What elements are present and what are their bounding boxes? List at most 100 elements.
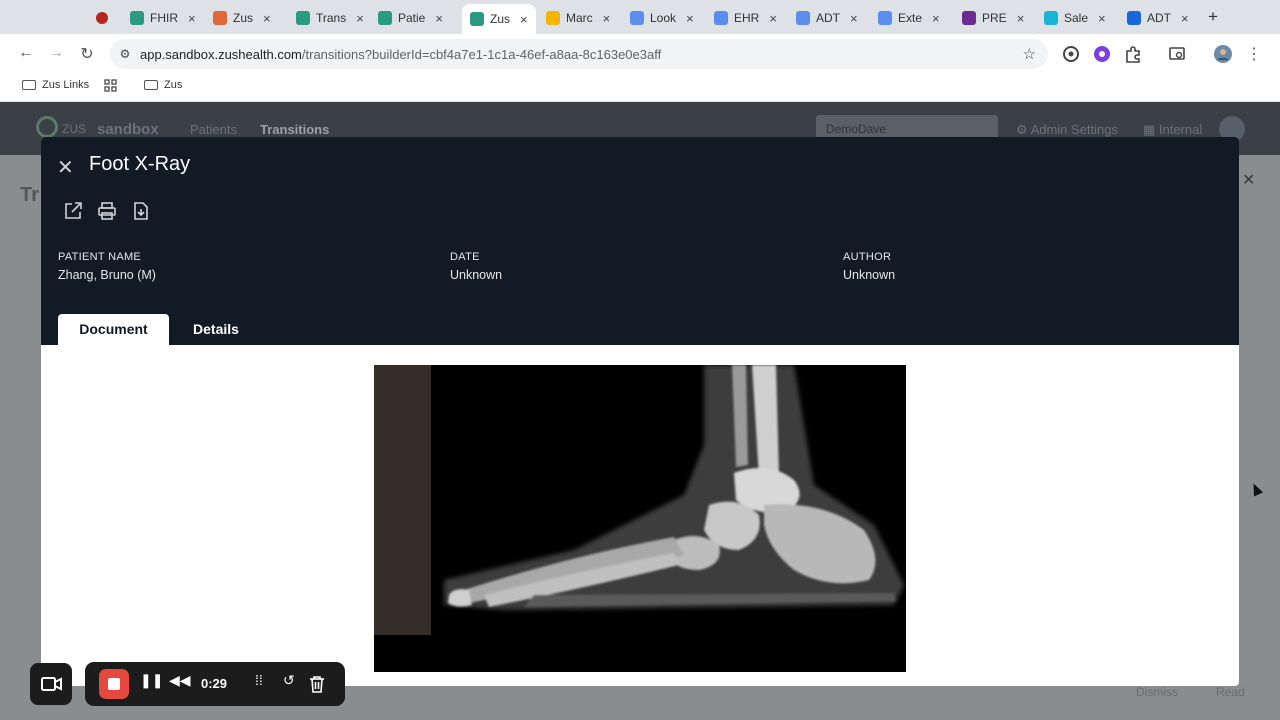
bookmark-label: Zus — [164, 79, 183, 91]
tab-close-icon[interactable]: × — [263, 11, 271, 26]
tab-close-icon[interactable]: × — [1098, 11, 1106, 26]
tab-search-icon[interactable] — [1168, 45, 1186, 63]
tab-close-icon[interactable]: × — [1181, 11, 1189, 26]
tab-favicon-icon — [546, 11, 560, 25]
tab-favicon-icon — [962, 11, 976, 25]
nav-patients[interactable]: Patients — [190, 122, 237, 137]
tab-favicon-icon — [470, 12, 484, 26]
tab-label: Sale — [1064, 11, 1089, 25]
bookmark-apps[interactable] — [104, 79, 117, 92]
browser-tab[interactable]: Patie × — [378, 6, 443, 30]
gear-icon: ⚙ — [1016, 122, 1031, 137]
internal-link[interactable]: ▦ Internal — [1143, 122, 1202, 138]
browser-toolbar: ← → ↻ ⚙ app.sandbox.zushealth.com/transi… — [0, 34, 1280, 74]
tab-close-icon[interactable]: × — [520, 12, 528, 27]
browser-tab[interactable]: Marc × — [546, 6, 610, 30]
stop-recording-button[interactable] — [99, 669, 129, 699]
rewind-icon[interactable]: ◀◀ — [169, 672, 191, 689]
recording-time: 0:29 — [201, 676, 228, 691]
nav-transitions[interactable]: Transitions — [260, 122, 329, 137]
folder-icon — [144, 80, 158, 90]
bookmark-star-icon[interactable]: ☆ — [1023, 45, 1036, 63]
bookmarks-bar: Zus Links Zus — [0, 74, 1280, 102]
bookmark-label: Zus Links — [42, 79, 90, 91]
tab-close-icon[interactable]: × — [435, 11, 443, 26]
browser-tab[interactable]: Sale × — [1044, 6, 1106, 30]
tab-close-icon[interactable]: × — [932, 11, 940, 26]
tab-details[interactable]: Details — [169, 314, 263, 345]
admin-settings-label: Admin Settings — [1030, 122, 1118, 137]
tab-close-icon[interactable]: × — [850, 11, 858, 26]
profile-avatar-icon[interactable] — [1214, 45, 1232, 63]
browser-tab[interactable]: Trans × — [296, 6, 364, 30]
grid-icon[interactable]: ⁞⁞ — [255, 672, 263, 688]
tab-close-icon[interactable]: × — [769, 11, 777, 26]
restart-icon[interactable]: ↺ — [283, 672, 295, 689]
browser-tab[interactable]: Look × — [630, 6, 694, 30]
url-text: app.sandbox.zushealth.com/transitions?bu… — [140, 47, 661, 62]
dismiss-button[interactable]: Dismiss — [1136, 685, 1178, 699]
browser-tab[interactable]: Zus × — [462, 4, 536, 34]
tab-label: ADT — [1147, 11, 1171, 25]
back-icon[interactable]: ← — [16, 44, 36, 62]
browser-tab[interactable] — [96, 6, 114, 30]
tab-close-icon[interactable]: × — [603, 11, 611, 26]
print-icon[interactable] — [97, 201, 117, 221]
trash-icon[interactable] — [309, 675, 325, 693]
open-external-icon[interactable] — [63, 201, 83, 221]
browser-tab-strip: FHIR × Zus × Trans × Patie × Zus × Marc × Look × EHR × A… — [0, 0, 1280, 34]
browser-menu-icon[interactable]: ⋮ — [1244, 44, 1264, 64]
browser-tab[interactable]: Exte × — [878, 6, 940, 30]
reload-icon[interactable]: ↻ — [77, 44, 97, 64]
puzzle-icon[interactable] — [1124, 45, 1142, 63]
browser-tab[interactable]: EHR × — [714, 6, 777, 30]
internal-label: Internal — [1158, 122, 1203, 137]
tab-close-icon[interactable]: × — [686, 11, 694, 26]
date-label: DATE — [450, 251, 480, 263]
pause-icon[interactable]: ❚❚ — [140, 672, 163, 689]
url-host: app.sandbox.zushealth.com — [140, 46, 302, 62]
ai-extension-icon[interactable] — [1093, 45, 1111, 63]
user-select-value: DemoDave — [826, 122, 887, 136]
bookmark-zus-links[interactable]: Zus Links — [22, 79, 89, 91]
forward-icon[interactable]: → — [46, 44, 66, 62]
apps-grid-icon — [104, 79, 117, 92]
date-value: Unknown — [450, 268, 503, 282]
modal-close-icon[interactable]: ✕ — [57, 155, 74, 180]
brand-zus: ZUS — [62, 122, 86, 136]
browser-tab[interactable]: Zus × — [213, 6, 271, 30]
tab-close-icon[interactable]: × — [1017, 11, 1025, 26]
download-icon[interactable] — [131, 201, 151, 221]
foot-xray-drawing — [444, 365, 904, 610]
admin-settings-link[interactable]: ⚙ Admin Settings — [1016, 122, 1118, 138]
browser-tab[interactable]: FHIR × — [130, 6, 196, 30]
modal-title: Foot X-Ray — [89, 153, 191, 175]
extension-icon[interactable] — [1062, 45, 1080, 63]
camera-toggle[interactable] — [30, 663, 72, 705]
recording-controls: ❚❚ ◀◀ 0:29 ⁞⁞ ↺ — [85, 662, 345, 706]
patient-name-value: Zhang, Bruno (M) — [58, 268, 156, 282]
browser-tab[interactable]: ADT × — [1127, 6, 1189, 30]
read-button[interactable]: Read — [1216, 685, 1245, 699]
browser-tab[interactable]: ADT × — [796, 6, 858, 30]
tab-document[interactable]: Document — [58, 314, 169, 345]
tab-label: Exte — [898, 11, 923, 25]
tab-label: Zus — [233, 11, 254, 25]
camera-icon — [41, 677, 62, 691]
tab-label: FHIR — [150, 11, 178, 25]
browser-tab[interactable]: PRE × — [962, 6, 1024, 30]
tab-favicon-icon — [1127, 11, 1141, 25]
tab-label: Marc — [566, 11, 593, 25]
new-tab-button[interactable]: + — [1208, 7, 1218, 27]
close-icon[interactable]: ✕ — [1242, 170, 1255, 190]
tab-close-icon[interactable]: × — [188, 11, 196, 26]
bookmark-zus[interactable]: Zus — [144, 79, 182, 91]
address-bar[interactable]: ⚙ app.sandbox.zushealth.com/transitions?… — [110, 39, 1048, 69]
site-settings-icon[interactable]: ⚙ — [110, 47, 140, 61]
tab-label: Zus — [490, 12, 511, 26]
tab-label: Trans — [316, 11, 347, 25]
tab-favicon-icon — [378, 11, 392, 25]
tab-favicon-icon — [1044, 11, 1058, 25]
tab-close-icon[interactable]: × — [356, 11, 364, 26]
modal-header: ✕ Foot X-Ray PATIENT NAME Zhang, Bruno (… — [41, 137, 1239, 345]
